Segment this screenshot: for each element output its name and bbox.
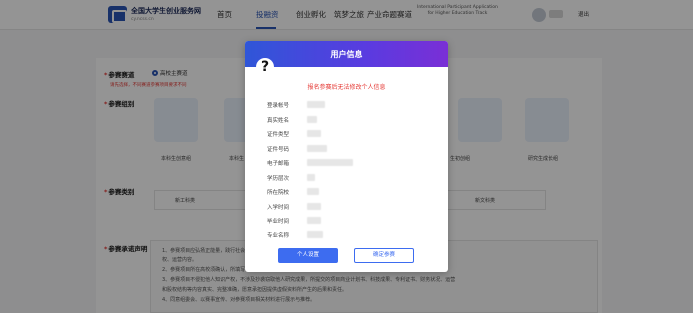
field-value-blurred xyxy=(307,145,327,152)
field-value-blurred xyxy=(307,130,321,137)
modal-warning: 报名参赛后无法修改个人信息 xyxy=(307,84,386,91)
confirm-participation-button[interactable]: 确定参赛 xyxy=(354,248,414,263)
field-value-blurred xyxy=(307,188,319,195)
field-label-id-type: 证件类型 xyxy=(267,132,290,138)
field-label-real-name: 真实姓名 xyxy=(267,118,290,124)
field-label-education: 学历层次 xyxy=(267,176,290,182)
modal-header: 用户信息 xyxy=(245,41,448,67)
field-label-major: 专业名称 xyxy=(267,233,290,239)
field-value-blurred xyxy=(307,101,325,108)
modal-title: 用户信息 xyxy=(330,50,363,59)
user-info-modal: 用户信息 ? 报名参赛后无法修改个人信息 登录帐号 真实姓名 证件类型 证件号码… xyxy=(245,41,448,272)
field-label-login-account: 登录帐号 xyxy=(267,103,290,109)
field-value-blurred xyxy=(307,174,315,181)
field-value-blurred xyxy=(307,116,317,123)
field-label-email: 电子邮箱 xyxy=(267,161,290,167)
field-value-blurred xyxy=(307,231,323,238)
field-value-blurred xyxy=(307,203,321,210)
field-value-blurred xyxy=(307,217,321,224)
field-label-graduation-date: 毕业时间 xyxy=(267,219,290,225)
personal-settings-button[interactable]: 个人设置 xyxy=(278,248,338,263)
field-label-enrollment-date: 入学时间 xyxy=(267,205,290,211)
field-value-blurred xyxy=(307,159,353,166)
question-icon: ? xyxy=(256,58,274,76)
field-label-id-number: 证件号码 xyxy=(267,147,290,153)
field-label-school: 所在院校 xyxy=(267,190,290,196)
